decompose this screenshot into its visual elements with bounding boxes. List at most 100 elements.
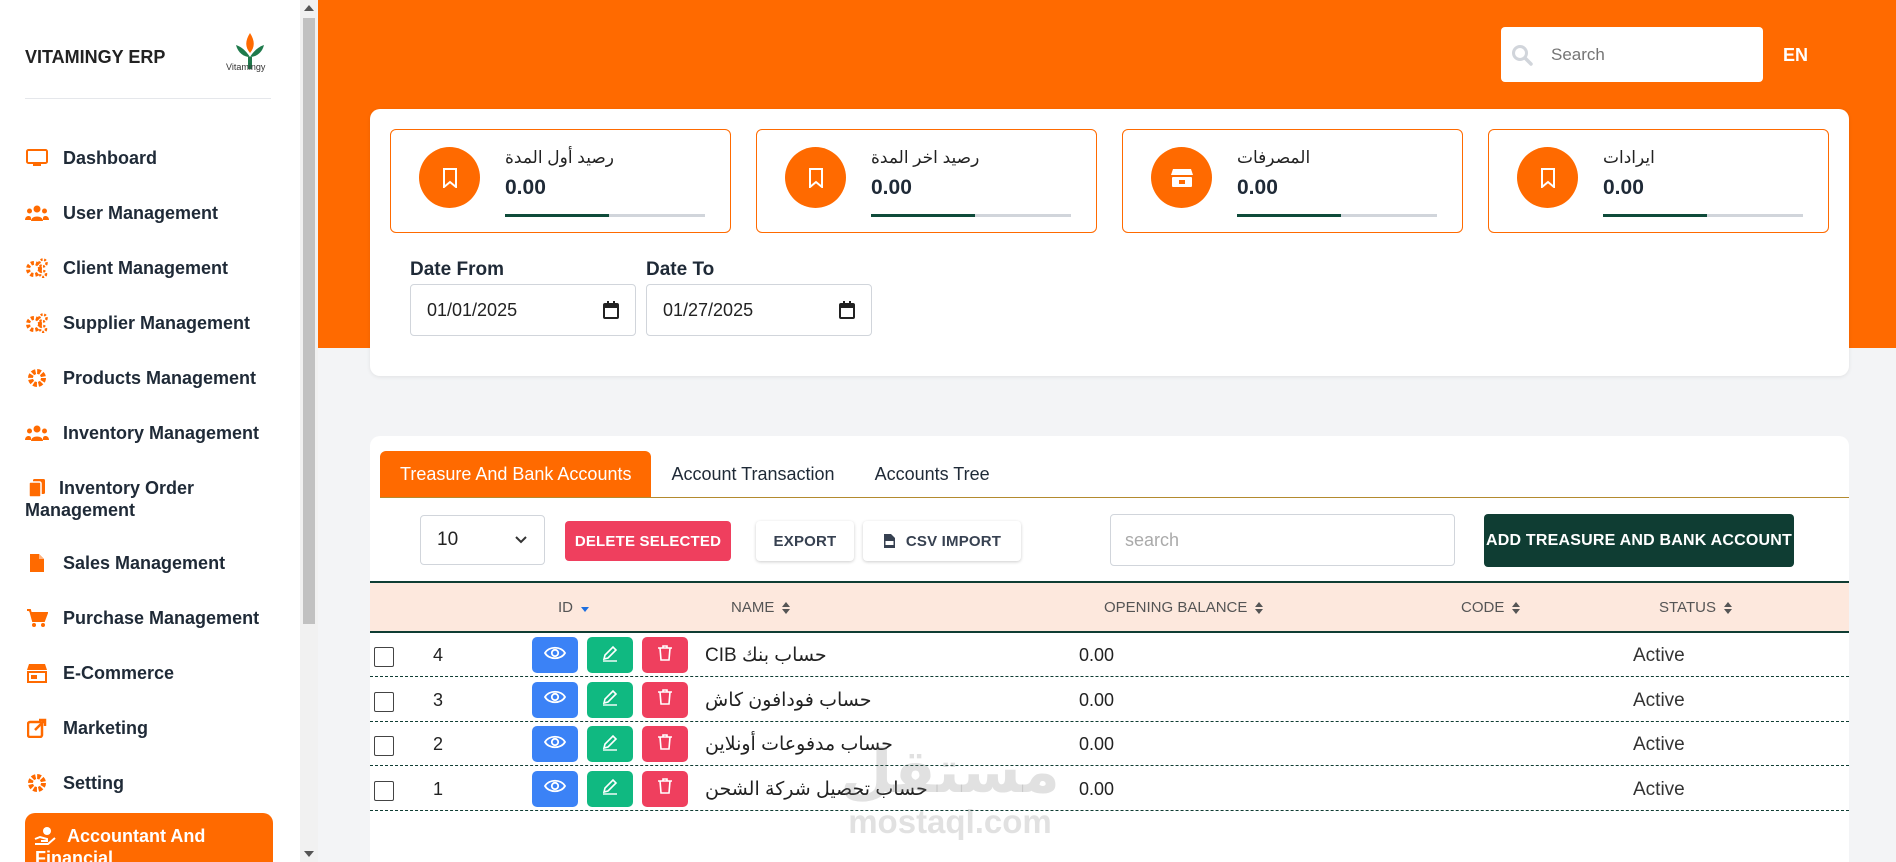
- stat-value: 0.00: [505, 176, 546, 199]
- sidebar-item-setting[interactable]: Setting: [25, 772, 275, 794]
- sidebar-item-label: Setting: [63, 773, 124, 793]
- sidebar-item-user-management[interactable]: User Management: [25, 202, 275, 224]
- bookmark-icon: [419, 147, 480, 208]
- row-id: 2: [433, 734, 444, 754]
- search-icon: [1512, 44, 1533, 66]
- view-button[interactable]: [532, 637, 578, 673]
- store-icon: [1151, 147, 1212, 208]
- calendar-icon[interactable]: [839, 301, 855, 319]
- file-icon: [25, 552, 49, 574]
- view-button[interactable]: [532, 726, 578, 762]
- table-row: 1 حساب تحصيل شركة الشحن 0.00 Active: [370, 767, 1849, 811]
- sidebar-item-label: Marketing: [63, 718, 149, 738]
- column-header-status[interactable]: STATUS: [1659, 599, 1732, 616]
- page-size-value: 10: [437, 529, 459, 550]
- csv-import-button[interactable]: CSV IMPORT: [863, 521, 1021, 561]
- stat-progress: [871, 214, 1071, 217]
- edit-button[interactable]: [587, 770, 633, 807]
- sidebar-item-label: Dashboard: [63, 148, 158, 168]
- sidebar-item-inventory-management[interactable]: Inventory Management: [25, 422, 275, 444]
- row-opening-balance: 0.00: [1079, 689, 1115, 710]
- page-size-select[interactable]: 10: [420, 515, 545, 565]
- view-button[interactable]: [532, 770, 578, 807]
- row-checkbox[interactable]: [374, 780, 394, 801]
- sidebar-item-label: Inventory Order Management: [25, 478, 195, 520]
- date-to-value: 01/27/2025: [663, 299, 754, 320]
- tab-accounts-tree[interactable]: Accounts Tree: [855, 451, 1010, 498]
- sort-icon: [1255, 601, 1264, 614]
- delete-button[interactable]: [642, 726, 688, 762]
- table-row: 3 حساب فودافون كاش 0.00 Active: [370, 678, 1849, 722]
- sidebar-item-purchase-management[interactable]: Purchase Management: [25, 607, 275, 629]
- add-treasure-account-button[interactable]: ADD TREASURE AND BANK ACCOUNT: [1484, 514, 1794, 567]
- language-switch[interactable]: EN: [1783, 45, 1808, 66]
- sort-icon: [782, 601, 791, 614]
- delete-button[interactable]: [642, 770, 688, 807]
- sidebar-item-products-management[interactable]: Products Management: [25, 367, 275, 389]
- sidebar-item-accountant-and-financial[interactable]: Accountant And Financial: [25, 813, 273, 862]
- row-id: 1: [433, 778, 444, 799]
- row-checkbox[interactable]: [374, 647, 394, 667]
- sidebar: VITAMINGY ERP Vitamingy Dashboard User M…: [0, 0, 300, 862]
- pencil-icon: [601, 688, 619, 711]
- date-from-value: 01/01/2025: [427, 299, 518, 320]
- date-to-input[interactable]: 01/27/2025: [646, 284, 872, 336]
- row-checkbox[interactable]: [374, 736, 394, 756]
- edit-button[interactable]: [587, 637, 633, 673]
- sort-icon: [1723, 601, 1732, 614]
- sidebar-item-label: Sales Management: [63, 553, 226, 573]
- sidebar-item-client-management[interactable]: Client Management: [25, 257, 275, 279]
- date-from-label: Date From: [410, 259, 504, 280]
- row-checkbox[interactable]: [374, 691, 394, 712]
- export-button[interactable]: EXPORT: [756, 521, 854, 561]
- gears-icon: [25, 257, 49, 279]
- pencil-icon: [601, 733, 619, 756]
- tab-account-transaction[interactable]: Account Transaction: [651, 451, 854, 498]
- column-header-name[interactable]: NAME: [731, 599, 791, 616]
- stat-progress: [1603, 214, 1803, 217]
- sidebar-item-e-commerce[interactable]: E-Commerce: [25, 662, 275, 684]
- gears-icon: [25, 312, 49, 334]
- users-icon: [25, 202, 49, 224]
- delete-selected-button[interactable]: DELETE SELECTED: [565, 521, 731, 561]
- stat-title: رصيد أول المدة: [505, 148, 614, 167]
- header-search-input[interactable]: [1551, 44, 1741, 65]
- tab-treasure-and-bank-accounts[interactable]: Treasure And Bank Accounts: [380, 451, 652, 498]
- sidebar-item-dashboard[interactable]: Dashboard: [25, 147, 275, 169]
- edit-button[interactable]: [587, 681, 633, 718]
- view-button[interactable]: [532, 681, 578, 718]
- sidebar-item-sales-management[interactable]: Sales Management: [25, 552, 275, 574]
- column-header-code[interactable]: CODE: [1461, 599, 1521, 616]
- date-to-label: Date To: [646, 259, 715, 280]
- sidebar-item-label: Purchase Management: [63, 608, 260, 628]
- row-status: Active: [1633, 734, 1685, 755]
- calendar-icon[interactable]: [603, 301, 619, 319]
- sidebar-scrollbar[interactable]: [300, 0, 318, 862]
- sidebar-item-supplier-management[interactable]: Supplier Management: [25, 312, 275, 334]
- row-name: حساب تحصيل شركة الشحن: [705, 778, 928, 800]
- sidebar-item-inventory-order-management[interactable]: Inventory Order Management: [25, 477, 265, 521]
- delete-button[interactable]: [642, 681, 688, 718]
- stat-card: رصيد اخر المدة 0.00: [756, 129, 1097, 233]
- cart-icon: [25, 607, 49, 629]
- copy-icon: [25, 477, 49, 499]
- header-search[interactable]: [1501, 27, 1763, 82]
- sidebar-item-marketing[interactable]: Marketing: [25, 717, 275, 739]
- scrollbar-thumb[interactable]: [303, 18, 315, 624]
- column-header-opening-balance[interactable]: OPENING BALANCE: [1104, 599, 1264, 616]
- date-from-input[interactable]: 01/01/2025: [410, 284, 636, 336]
- row-name: حساب مدفوعات أونلاين: [705, 734, 893, 755]
- scroll-up-arrow-icon[interactable]: [304, 5, 314, 11]
- logo-text: Vitamingy: [226, 62, 266, 72]
- sidebar-item-label: Accountant And Financial: [35, 826, 206, 862]
- delete-button[interactable]: [642, 637, 688, 673]
- table-search-input[interactable]: search: [1110, 514, 1455, 566]
- table-row: 2 حساب مدفوعات أونلاين 0.00 Active: [370, 722, 1849, 766]
- edit-button[interactable]: [587, 726, 633, 762]
- brand-title: VITAMINGY ERP: [25, 47, 166, 67]
- scroll-down-arrow-icon[interactable]: [304, 851, 314, 857]
- row-id: 4: [433, 645, 444, 665]
- row-opening-balance: 0.00: [1079, 778, 1115, 799]
- column-header-id[interactable]: ID: [558, 599, 589, 616]
- eye-icon: [543, 735, 567, 754]
